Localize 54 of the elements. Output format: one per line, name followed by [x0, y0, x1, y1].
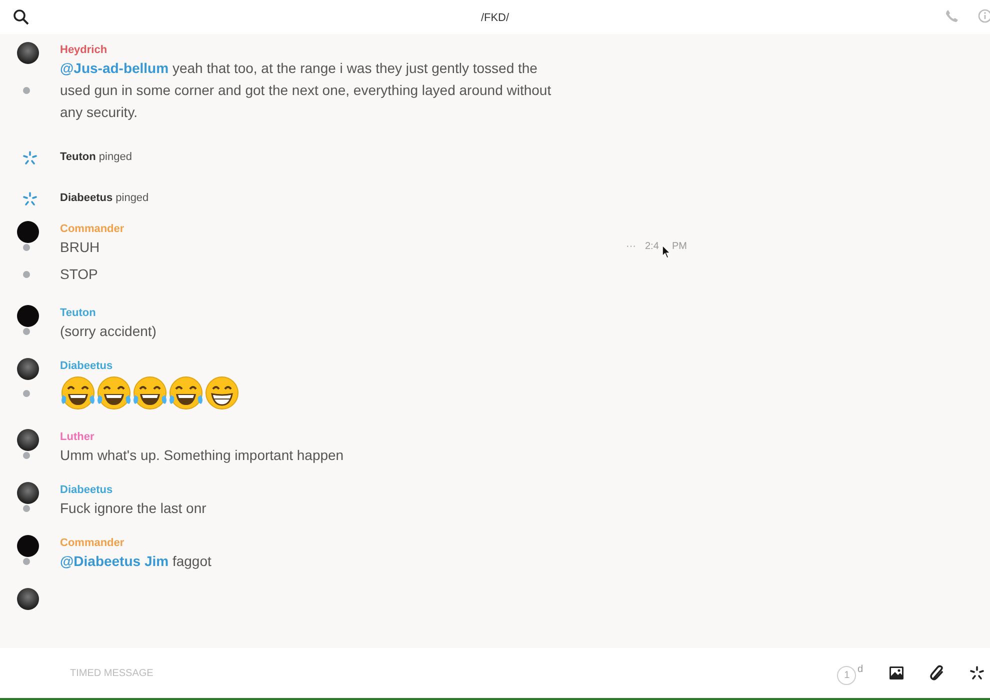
ping-icon [23, 192, 37, 206]
status-dot [23, 390, 30, 397]
message-composer[interactable]: TIMED MESSAGE 1 d [0, 648, 990, 698]
author-name: Commander [60, 222, 126, 236]
tears-of-joy-face-icon [60, 375, 96, 411]
search-icon[interactable] [13, 9, 29, 25]
avatar [17, 221, 39, 243]
timer-unit: d [857, 662, 863, 676]
author-name: Teuton [60, 306, 97, 320]
author-name: Luther [60, 430, 96, 444]
channel-title: /FKD/ [480, 11, 510, 26]
author-name: Heydrich [60, 43, 108, 57]
timestamp: 2:4 [645, 240, 659, 254]
message-text: @Diabeetus Jim faggot [60, 552, 212, 571]
message-input[interactable]: TIMED MESSAGE [68, 664, 838, 682]
tears-of-joy-face-icon [168, 375, 204, 411]
paperclip-icon [930, 665, 944, 681]
timer-button[interactable]: 1 [837, 666, 856, 684]
ping-notice: Diabeetus pinged [60, 191, 149, 206]
ping-notice: Teuton pinged [60, 150, 132, 166]
attachment-button[interactable] [930, 665, 944, 681]
mouse-cursor-icon [662, 245, 671, 260]
status-dot [23, 328, 30, 335]
tears-of-joy-face-icon [96, 375, 132, 411]
image-icon [889, 666, 904, 680]
tears-of-joy-face-icon [132, 375, 168, 411]
avatar [17, 588, 39, 610]
status-dot [23, 244, 30, 251]
avatar [17, 305, 39, 327]
status-dot [23, 270, 30, 278]
message-text: (sorry accident) [60, 322, 156, 341]
avatar [17, 535, 39, 557]
message-text: BRUH [60, 238, 100, 257]
message-text: Fuck ignore the last onr [60, 499, 206, 518]
avatar [17, 429, 39, 451]
more-options[interactable]: ··· [626, 236, 636, 258]
status-dot [23, 505, 30, 512]
status-dot [23, 87, 30, 94]
grinning-face-icon [204, 375, 240, 411]
image-button[interactable] [889, 666, 904, 680]
message-text: Umm what's up. Something important happen [60, 446, 344, 465]
status-dot [23, 452, 30, 459]
message-text: @Jus-ad-bellum yeah that too, at the range i was they just gently tossed the used gun in some corner and got the next one, everything layed around without any security. [60, 59, 552, 122]
avatar [17, 42, 39, 64]
timestamp-suffix: PM [672, 240, 687, 254]
author-name: Diabeetus [60, 359, 114, 373]
status-dot [23, 558, 30, 565]
ping-icon[interactable] [970, 666, 984, 680]
author-name: Diabeetus [60, 483, 114, 497]
ping-icon [23, 150, 37, 164]
avatar [17, 358, 39, 380]
message-text: STOP [60, 264, 98, 284]
avatar [17, 482, 39, 504]
author-name: Commander [60, 536, 126, 550]
